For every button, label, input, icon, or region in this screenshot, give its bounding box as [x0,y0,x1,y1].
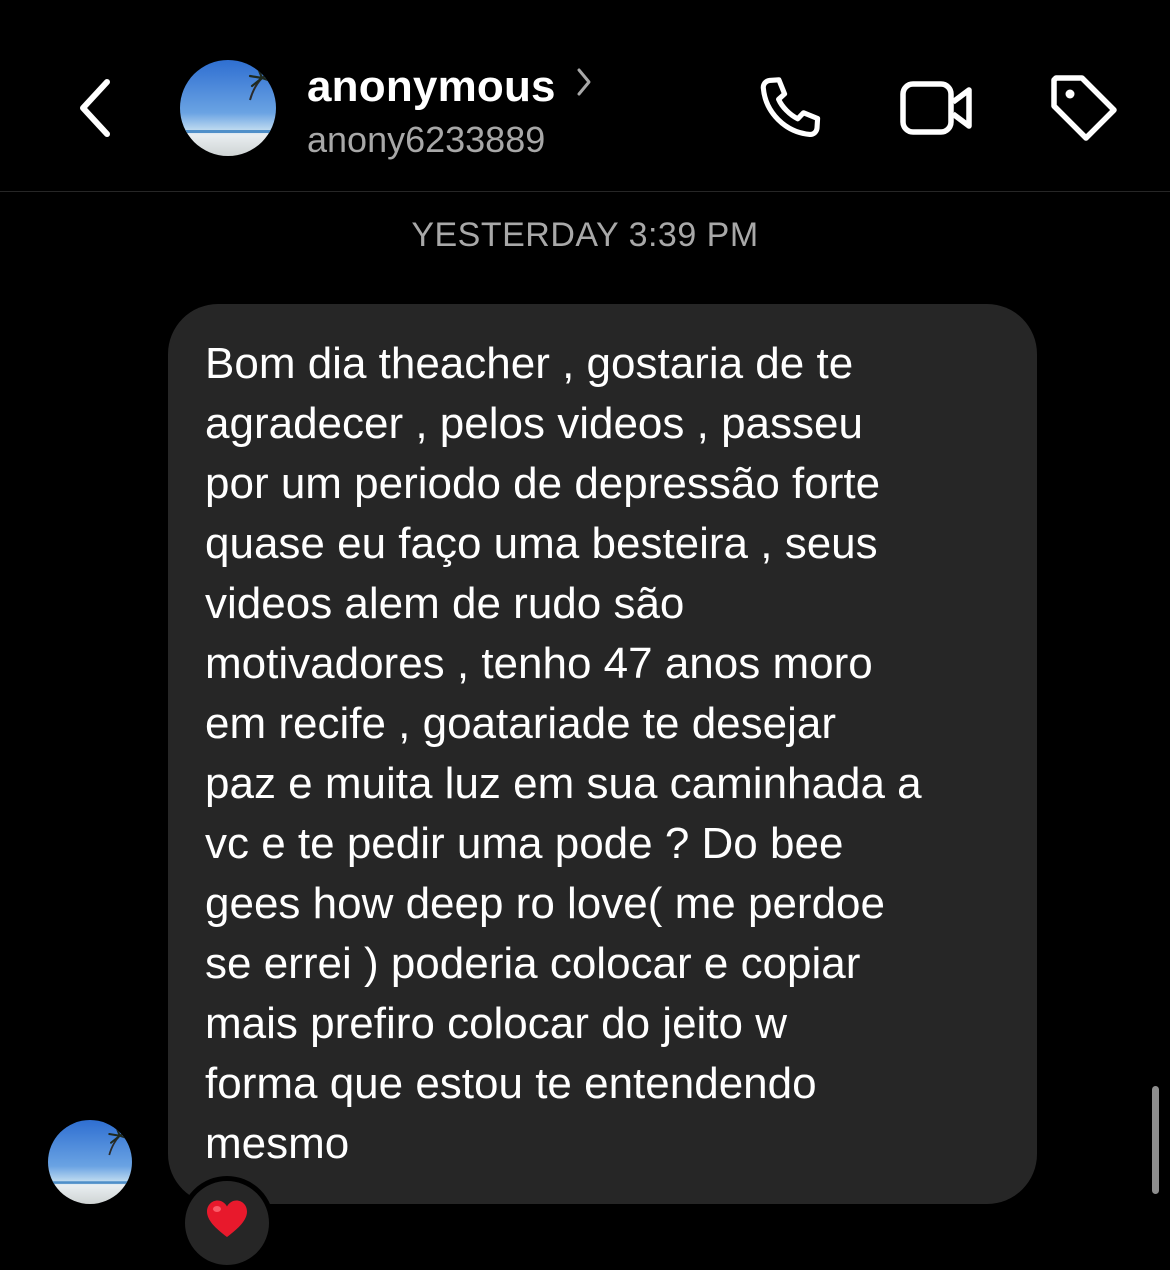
profile-name-block[interactable]: anonymous anony6233889 [307,60,592,162]
message-line: quase eu faço uma besteira , seus [205,519,878,568]
chevron-left-icon [80,79,110,137]
tag-icon [1051,75,1117,141]
message-bubble[interactable]: Bom dia theacher , gostaria de te agrade… [168,304,1037,1204]
message-line: videos alem de rudo são [205,579,685,628]
message-line: vc e te pedir uma pode ? Do bee [205,819,844,868]
profile-avatar[interactable] [180,60,276,156]
message-line: por um periodo de depressão forte [205,459,881,508]
scrollbar-thumb[interactable] [1152,1086,1159,1194]
message-line: em recife , goatariade te desejar [205,699,837,748]
message-line: se errei ) poderia colocar e copiar [205,939,861,988]
video-camera-icon [900,81,972,135]
beach-avatar-image [48,1120,132,1204]
display-name: anonymous [307,62,556,111]
chevron-right-icon [576,67,592,102]
back-button[interactable] [60,66,130,150]
message-line: mesmo [205,1119,350,1168]
message-line: forma que estou te entendendo [205,1059,817,1108]
conversation-header: anonymous anony6233889 [0,0,1170,192]
message-timestamp: YESTERDAY 3:39 PM [411,216,759,254]
message-line: agradecer , pelos videos , passeu [205,399,863,448]
message-text: Bom dia theacher , gostaria de te agrade… [205,334,1001,1174]
message-line: mais prefiro colocar do jeito w [205,999,788,1048]
message-line: gees how deep ro love( me perdoe [205,879,885,928]
phone-icon [760,77,821,137]
message-line: Bom dia theacher , gostaria de te [205,339,854,388]
message-line: paz e muita luz em sua caminhada a [205,759,922,808]
heart-reaction[interactable] [180,1176,274,1270]
audio-call-button[interactable] [750,68,830,148]
beach-avatar-image [180,60,276,156]
sender-avatar[interactable] [48,1120,132,1204]
video-call-button[interactable] [897,68,977,148]
heart-icon [207,1200,247,1237]
username: anony6233889 [307,119,546,160]
message-line: motivadores , tenho 47 anos moro [205,639,873,688]
tag-button[interactable] [1044,68,1124,148]
